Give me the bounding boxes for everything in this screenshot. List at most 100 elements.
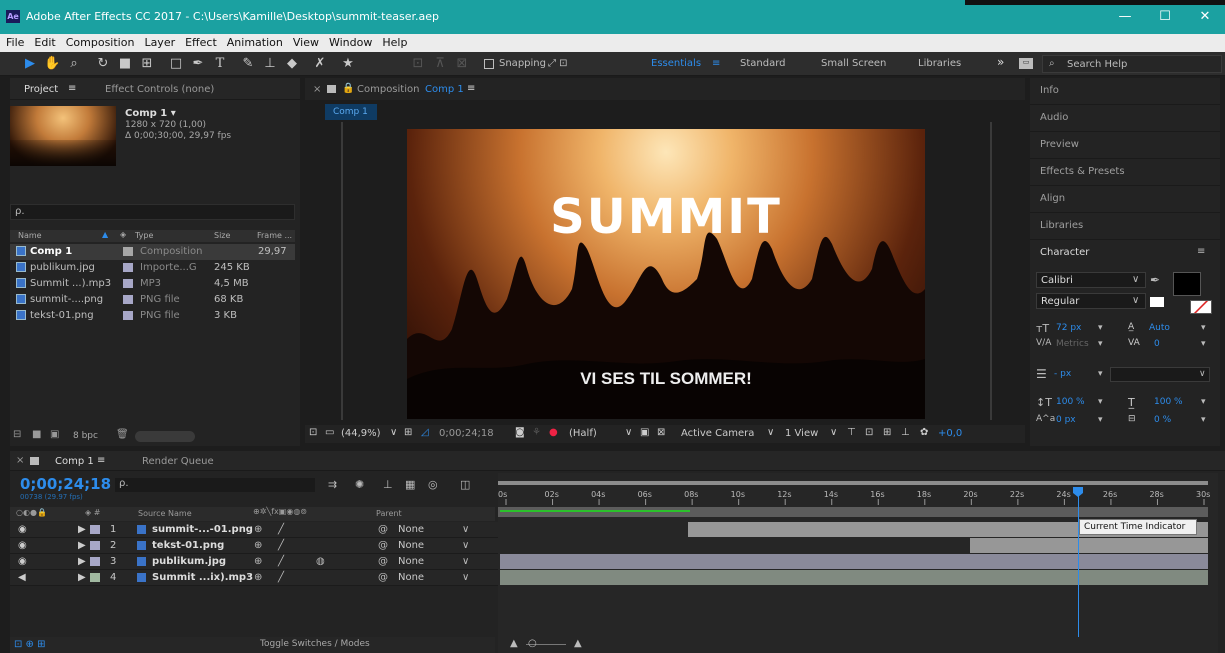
minimize-button[interactable]: — — [1110, 6, 1140, 28]
menu-edit[interactable]: Edit — [28, 34, 59, 49]
project-item-0[interactable]: Comp 1 Composition 29,97 — [10, 244, 295, 260]
menu-window[interactable]: Window — [323, 34, 376, 49]
fast-draft-icon[interactable]: ⊡ — [865, 427, 873, 438]
zoom-out-icon[interactable]: ▲ — [510, 638, 518, 649]
pickwhip-icon[interactable]: @ — [378, 524, 388, 535]
transparency-grid-icon[interactable]: ⊠ — [657, 427, 665, 438]
tsume-value[interactable]: 0 % — [1154, 415, 1171, 425]
header-frame-rate[interactable]: Frame ... — [257, 231, 292, 240]
bit-depth-button[interactable]: 8 bpc — [73, 431, 98, 441]
toggle-mask-icon[interactable]: ▭ — [325, 427, 334, 438]
speaker-icon[interactable]: ◀ — [18, 572, 26, 583]
quality-switch-icon[interactable]: ╱ — [278, 556, 284, 567]
thumbnail-scroll-slider[interactable] — [135, 431, 195, 442]
font-style-dropdown[interactable]: Regular — [1036, 293, 1146, 309]
chevron-down-icon[interactable]: ▾ — [1201, 397, 1206, 407]
menu-file[interactable]: File — [0, 34, 28, 49]
quality-switch-icon[interactable]: ╱ — [278, 524, 284, 535]
layer-label-swatch[interactable] — [90, 573, 100, 582]
collapse-switch-icon[interactable]: ⊕ — [254, 556, 262, 567]
tab-effect-controls[interactable]: Effect Controls (none) — [105, 84, 214, 95]
graph-editor-icon[interactable]: ◫ — [460, 478, 470, 491]
chevron-down-icon[interactable]: ▾ — [1201, 323, 1206, 333]
toggle-pixel-aspect-icon[interactable]: ⊤ — [847, 427, 856, 438]
type-tool-icon[interactable]: T — [212, 55, 228, 73]
local-axis-icon[interactable]: ⊡ — [410, 55, 426, 73]
motion-blur-icon[interactable]: ◎ — [428, 478, 438, 491]
tab-project[interactable]: Project — [24, 84, 58, 95]
layer-row-4[interactable]: ◀ ▶ 4 Summit ...ix).mp3 ⊕ ╱ @ None ∨ — [10, 570, 502, 586]
chevron-down-icon[interactable]: ▾ — [1098, 369, 1103, 379]
layer-bar-tekst-png[interactable] — [970, 538, 1208, 553]
expand-arrow-icon[interactable]: ▶ — [78, 524, 86, 535]
expand-arrow-icon[interactable]: ▶ — [78, 540, 86, 551]
layer-bar-publikum-jpg[interactable] — [500, 554, 1208, 569]
label-swatch[interactable] — [123, 311, 133, 320]
collapse-switch-icon[interactable]: ⊕ — [254, 524, 262, 535]
horizontal-scale-value[interactable]: 100 % — [1154, 397, 1183, 407]
zoom-slider-thumb[interactable]: ○ — [528, 638, 537, 649]
label-swatch[interactable] — [123, 279, 133, 288]
layer-source-name[interactable]: Summit ...ix).mp3 — [152, 572, 253, 583]
region-of-interest-icon[interactable]: ◿ — [421, 427, 429, 438]
rotate-tool-icon[interactable]: ↻ — [95, 55, 111, 73]
layer-source-name[interactable]: tekst-01.png — [152, 540, 224, 551]
header-size[interactable]: Size — [214, 231, 230, 240]
label-column-icon[interactable]: ◈ — [120, 230, 126, 239]
composition-tab-name[interactable]: Comp 1 — [425, 84, 464, 95]
current-time-display[interactable]: 0;00;24;18 — [20, 475, 111, 493]
project-item-4[interactable]: tekst-01.png PNG file 3 KB — [10, 308, 295, 324]
zoom-tool-icon[interactable]: ⌕ — [66, 55, 82, 73]
info-panel-tab[interactable]: Info — [1030, 78, 1220, 105]
magnification-dropdown[interactable]: (44,9%) — [341, 428, 381, 439]
label-swatch[interactable] — [123, 295, 133, 304]
resolution-dropdown[interactable]: (Half) — [569, 428, 597, 439]
source-name-header[interactable]: Source Name — [138, 509, 192, 518]
chevron-down-icon[interactable]: ∨ — [462, 524, 469, 535]
fast-previews-icon[interactable]: ▣ — [640, 427, 649, 438]
project-item-1[interactable]: publikum.jpg Importe...G 245 KB — [10, 260, 295, 276]
menu-view[interactable]: View — [287, 34, 323, 49]
layer-source-name[interactable]: summit-...-01.png — [152, 524, 253, 535]
parent-dropdown[interactable]: None — [398, 556, 424, 567]
comp-preview-image[interactable]: SUMMIT VI SES TIL SOMMER! — [407, 129, 925, 419]
fill-color-swatch[interactable] — [1173, 272, 1201, 296]
project-search-input[interactable]: ρ. — [10, 204, 295, 220]
timeline-icon[interactable]: ⊞ — [883, 427, 891, 438]
current-time-indicator-line[interactable] — [1078, 487, 1079, 637]
eye-icon[interactable]: ◉ — [18, 524, 27, 535]
chevron-down-icon[interactable]: ▾ — [1098, 415, 1103, 425]
layer-label-swatch[interactable] — [90, 525, 100, 534]
pan-behind-tool-icon[interactable]: ⊞ — [139, 55, 155, 73]
align-panel-tab[interactable]: Align — [1030, 186, 1220, 213]
chevron-down-icon[interactable]: ∨ — [1199, 369, 1206, 379]
timeline-search-input[interactable]: ρ. — [115, 478, 315, 492]
zoom-in-icon[interactable]: ▲ — [574, 638, 582, 649]
menu-layer[interactable]: Layer — [138, 34, 179, 49]
clone-stamp-tool-icon[interactable]: ⊥ — [262, 55, 278, 73]
leading-value[interactable]: Auto — [1149, 323, 1170, 333]
layer-label-swatch[interactable] — [90, 557, 100, 566]
font-family-dropdown[interactable]: Calibri — [1036, 272, 1146, 288]
search-help-toggle-icon[interactable]: ▭ — [1019, 58, 1033, 69]
comp-viewer-subtab[interactable]: Comp 1 — [325, 104, 377, 120]
toggle-switches-modes-button[interactable]: Toggle Switches / Modes — [260, 639, 370, 649]
comp-panel-menu-icon[interactable]: ≡ — [467, 83, 475, 94]
eyedropper-icon[interactable]: ✒ — [1150, 273, 1160, 287]
stroke-color-swatch[interactable] — [1190, 300, 1212, 314]
chevron-down-icon[interactable]: ∨ — [830, 427, 837, 438]
maximize-button[interactable]: ☐ — [1150, 6, 1180, 28]
channel-icon[interactable]: ● — [549, 427, 558, 438]
timeline-comp-tab[interactable]: Comp 1 — [55, 456, 94, 467]
shy-layers-icon[interactable]: ⊥ — [383, 478, 393, 491]
preview-panel-tab[interactable]: Preview — [1030, 132, 1220, 159]
collapse-switch-icon[interactable]: ⊕ — [254, 540, 262, 551]
font-size-value[interactable]: 72 px — [1056, 323, 1081, 333]
project-item-3[interactable]: summit-....png PNG file 68 KB — [10, 292, 295, 308]
view-layout-dropdown[interactable]: 1 View — [785, 428, 818, 439]
label-swatch[interactable] — [123, 247, 133, 256]
close-tab-icon[interactable]: × — [16, 455, 24, 466]
layer-row-1[interactable]: ◉ ▶ 1 summit-...-01.png ⊕ ╱ @ None ∨ — [10, 522, 502, 538]
layer-row-3[interactable]: ◉ ▶ 3 publikum.jpg ⊕ ╱ ◍ @ None ∨ — [10, 554, 502, 570]
render-queue-tab[interactable]: Render Queue — [142, 456, 214, 467]
